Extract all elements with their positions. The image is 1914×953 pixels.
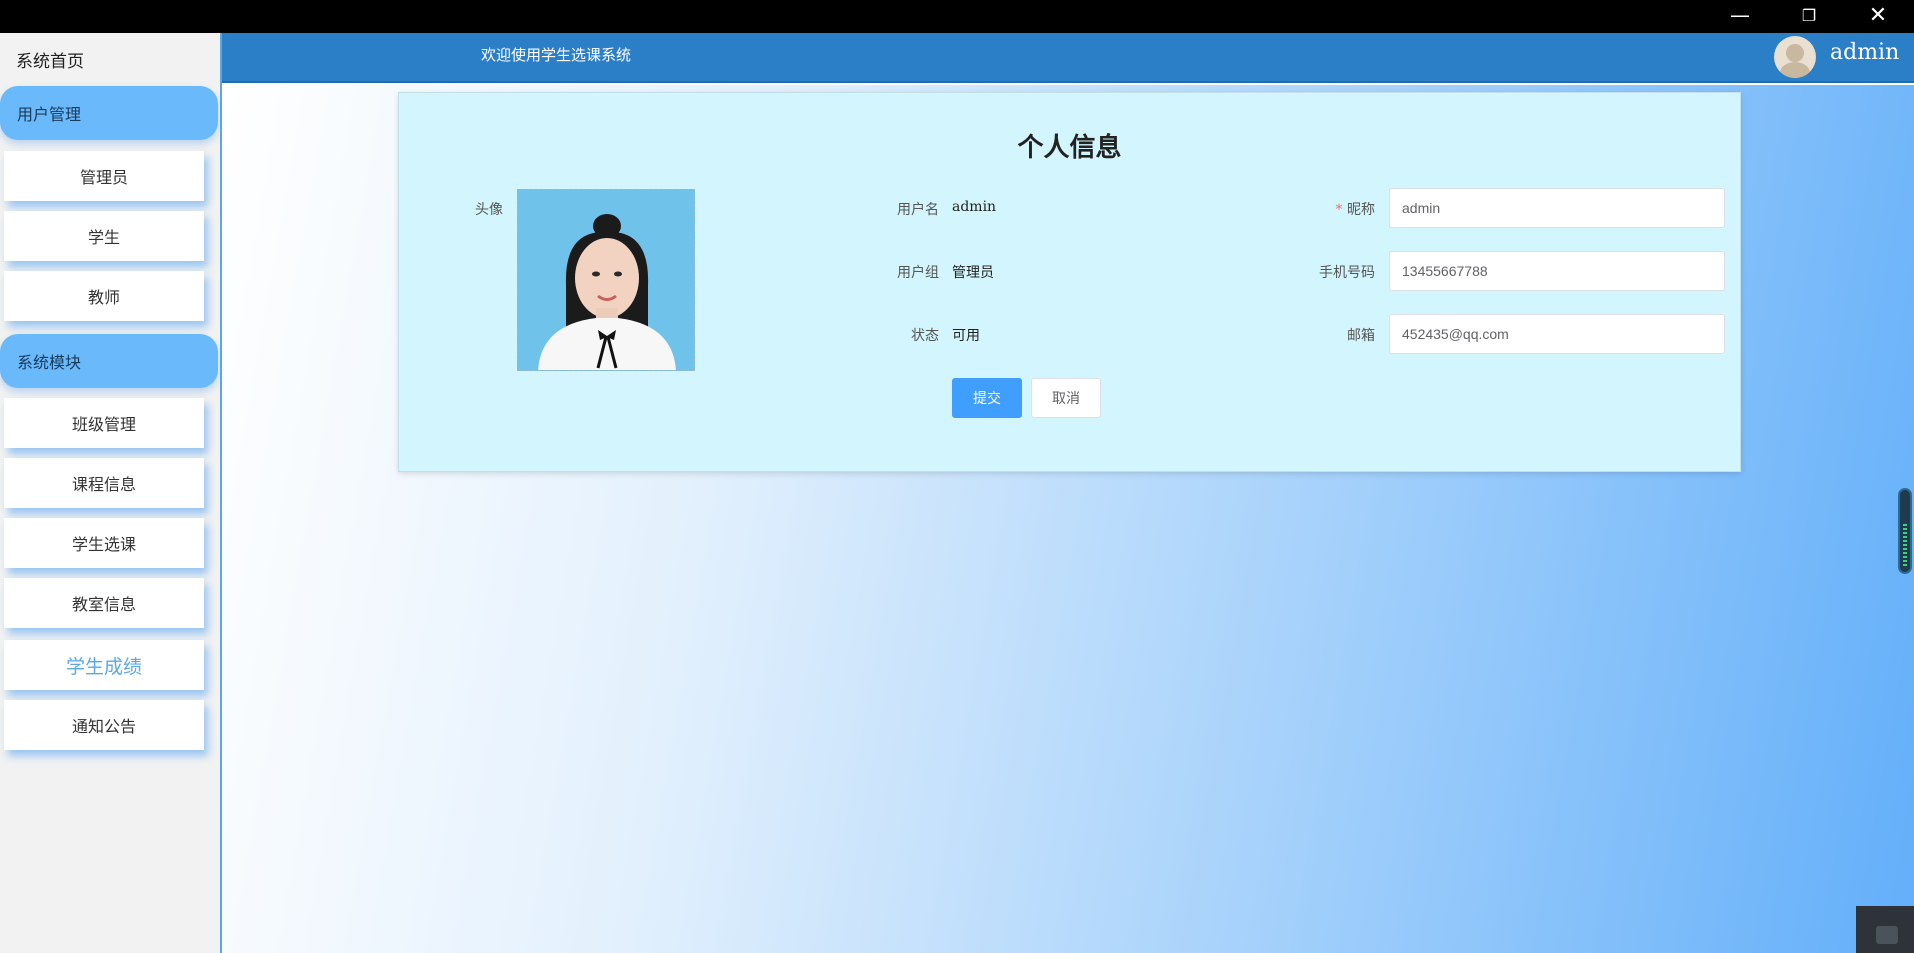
minimize-icon[interactable]: — — [1706, 0, 1774, 30]
page-title: 个人信息 — [1017, 133, 1122, 163]
floating-widget[interactable] — [1856, 906, 1914, 953]
sidebar-item-notices[interactable]: 通知公告 — [4, 700, 204, 750]
header-username[interactable]: admin — [1830, 40, 1899, 65]
phone-label: 手机号码 — [1319, 265, 1375, 281]
profile-card: 个人信息 头像 用户名 admin 用户组 管理员 状态 可用 * 昵称 adm… — [398, 92, 1741, 472]
avatar-body-shape — [1780, 62, 1810, 78]
submit-button[interactable]: 提交 — [952, 378, 1022, 418]
sidebar-group-user-management[interactable]: 用户管理 — [0, 86, 218, 140]
nickname-label: * 昵称 — [1239, 199, 1375, 219]
nickname-input[interactable] — [1389, 188, 1725, 228]
email-label: 邮箱 — [1347, 328, 1375, 344]
avatar-head-shape — [1786, 44, 1804, 62]
scroll-handle[interactable] — [1898, 488, 1912, 574]
window-titlebar: — ❐ ✕ — [0, 0, 1914, 33]
sidebar-item-course-info[interactable]: 课程信息 — [4, 458, 204, 508]
sidebar: 系统首页 用户管理 管理员 学生 教师 系统模块 班级管理 课程信息 学生选课 … — [0, 33, 222, 953]
avatar-label: 头像 — [475, 202, 503, 218]
username-label: 用户名 — [897, 202, 939, 218]
status-label: 状态 — [911, 328, 939, 344]
sidebar-item-class-management[interactable]: 班级管理 — [4, 398, 204, 448]
required-mark: * — [1335, 202, 1343, 218]
avatar-upload[interactable] — [517, 189, 695, 371]
top-header: 欢迎使用学生选课系统 admin — [222, 33, 1914, 83]
user-avatar[interactable] — [1774, 36, 1816, 78]
phone-input[interactable] — [1389, 251, 1725, 291]
sidebar-item-student[interactable]: 学生 — [4, 211, 204, 261]
email-input[interactable] — [1389, 314, 1725, 354]
close-icon[interactable]: ✕ — [1844, 0, 1912, 30]
main-content: 个人信息 头像 用户名 admin 用户组 管理员 状态 可用 * 昵称 adm… — [222, 85, 1914, 953]
sidebar-item-classroom-info[interactable]: 教室信息 — [4, 578, 204, 628]
sidebar-group-system-modules[interactable]: 系统模块 — [0, 334, 218, 388]
cancel-button[interactable]: 取消 — [1031, 378, 1101, 418]
sidebar-item-admin[interactable]: 管理员 — [4, 151, 204, 201]
user-group-value: 管理员 — [952, 265, 994, 281]
username-value: admin — [952, 199, 997, 215]
status-value: 可用 — [952, 328, 980, 344]
restore-icon[interactable]: ❐ — [1775, 0, 1843, 30]
user-group-label: 用户组 — [897, 265, 939, 281]
sidebar-home[interactable]: 系统首页 — [16, 47, 84, 72]
nickname-label-text: 昵称 — [1347, 202, 1375, 218]
chat-icon — [1876, 926, 1898, 944]
sidebar-item-student-grades[interactable]: 学生成绩 — [4, 640, 204, 690]
header-title: 欢迎使用学生选课系统 — [481, 46, 632, 64]
scroll-level-bar — [1903, 524, 1907, 568]
sidebar-item-teacher[interactable]: 教师 — [4, 271, 204, 321]
profile-photo-icon — [518, 190, 694, 370]
sidebar-item-course-selection[interactable]: 学生选课 — [4, 518, 204, 568]
